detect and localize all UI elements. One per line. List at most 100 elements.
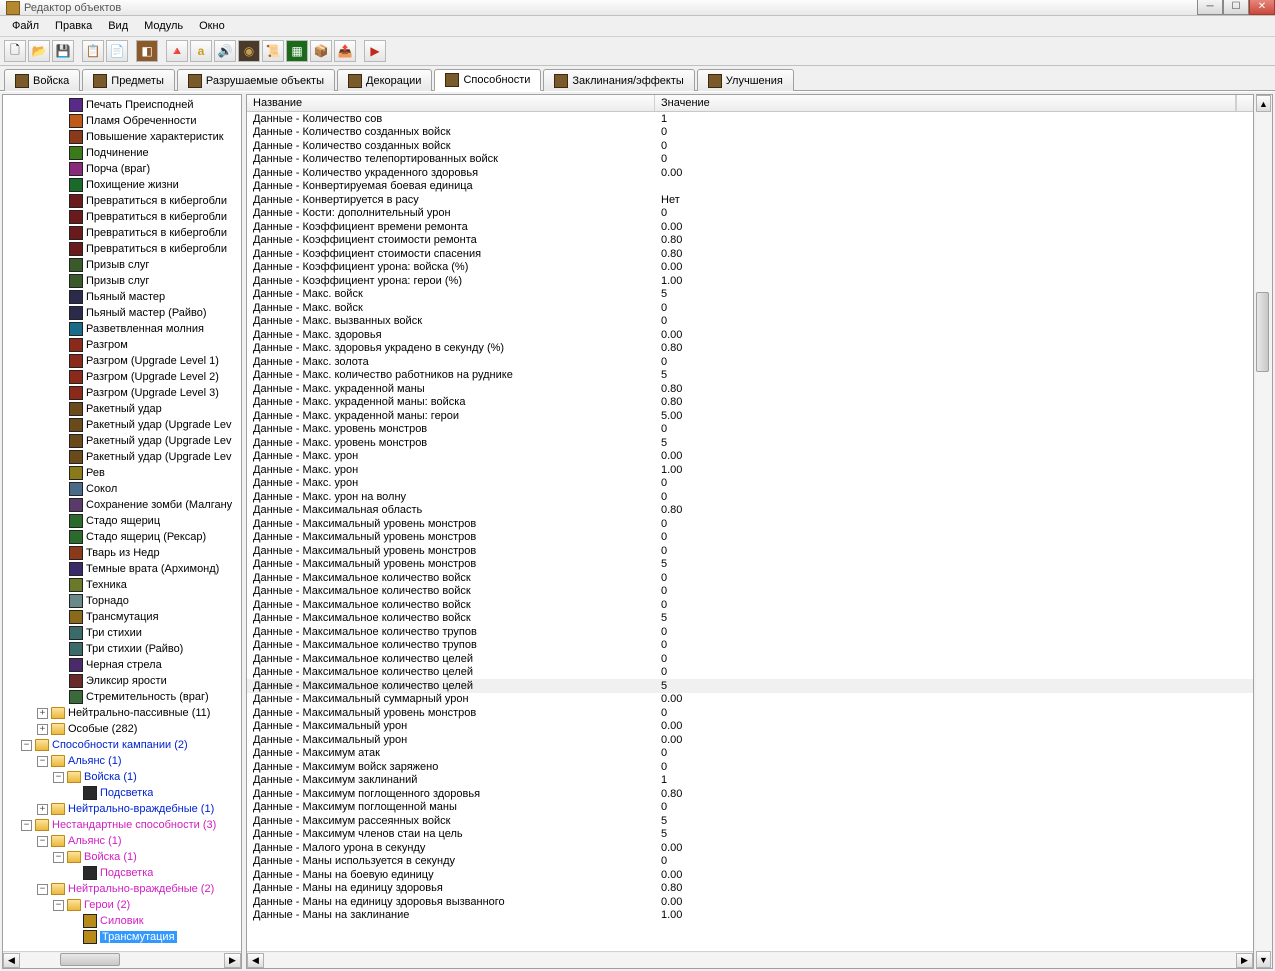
scroll-left-icon[interactable]: ◀ [247, 953, 264, 968]
tab-5[interactable]: Заклинания/эффекты [543, 69, 694, 91]
expand-icon[interactable]: − [37, 756, 48, 767]
table-row[interactable]: Данные - Маны на заклинание1.00 [247, 909, 1253, 923]
table-row[interactable]: Данные - Макс. украденной маны0.80 [247, 382, 1253, 396]
scroll-down-icon[interactable]: ▼ [1256, 951, 1271, 968]
scroll-right-icon[interactable]: ▶ [1236, 953, 1253, 968]
tree-node[interactable]: Подсветка [3, 865, 241, 881]
table-row[interactable]: Данные - Коэффициент стоимости ремонта0.… [247, 234, 1253, 248]
table-row[interactable]: Данные - Макс. здоровья украдено в секун… [247, 342, 1253, 356]
table-row[interactable]: Данные - Макс. урон0 [247, 477, 1253, 491]
tree-item[interactable]: Три стихии (Райво) [3, 641, 241, 657]
tab-2[interactable]: Разрушаемые объекты [177, 69, 335, 91]
tree-item[interactable]: Разветвленная молния [3, 321, 241, 337]
expand-icon[interactable]: + [37, 804, 48, 815]
table-row[interactable]: Данные - Коэффициент времени ремонта0.00 [247, 220, 1253, 234]
toolbar-tile-icon[interactable]: ◧ [136, 40, 158, 62]
table-row[interactable]: Данные - Коэффициент урона: герои (%)1.0… [247, 274, 1253, 288]
table-row[interactable]: Данные - Маны на единицу здоровья вызван… [247, 895, 1253, 909]
tree-body[interactable]: Печать ПреисподнейПламя ОбреченностиПовы… [3, 95, 241, 951]
tree-item[interactable]: Стремительность (враг) [3, 689, 241, 705]
tree-item[interactable]: Печать Преисподней [3, 97, 241, 113]
table-row[interactable]: Данные - Коэффициент стоимости спасения0… [247, 247, 1253, 261]
table-row[interactable]: Данные - Макс. вызванных войск0 [247, 315, 1253, 329]
table-row[interactable]: Данные - Максимальный уровень монстров0 [247, 531, 1253, 545]
expand-icon[interactable]: − [53, 900, 64, 911]
table-row[interactable]: Данные - Маны на единицу здоровья0.80 [247, 882, 1253, 896]
table-row[interactable]: Данные - Максимум рассеянных войск5 [247, 814, 1253, 828]
tree-item[interactable]: Три стихии [3, 625, 241, 641]
table-row[interactable]: Данные - Максимальный уровень монстров5 [247, 558, 1253, 572]
tree-item[interactable]: Разгром [3, 337, 241, 353]
tree-item[interactable]: Стадо ящериц (Рексар) [3, 529, 241, 545]
table-row[interactable]: Данные - Максимальное количество целей5 [247, 679, 1253, 693]
tree-item[interactable]: Ракетный удар (Upgrade Lev [3, 449, 241, 465]
vscroll-thumb[interactable] [1256, 292, 1269, 372]
toolbar-sound-icon[interactable]: 🔊 [214, 40, 236, 62]
table-row[interactable]: Данные - Количество созданных войск0 [247, 126, 1253, 140]
tree-node[interactable]: Силовик [3, 913, 241, 929]
table-row[interactable]: Данные - Макс. войск0 [247, 301, 1253, 315]
maximize-button[interactable]: ☐ [1223, 0, 1249, 15]
table-row[interactable]: Данные - Макс. количество работников на … [247, 369, 1253, 383]
expand-icon[interactable] [69, 788, 80, 799]
table-row[interactable]: Данные - Максимальное количество войск0 [247, 585, 1253, 599]
toolbar-campaign-icon[interactable]: 📜 [262, 40, 284, 62]
table-row[interactable]: Данные - Макс. украденной маны: герои5.0… [247, 409, 1253, 423]
table-row[interactable]: Данные - Максимальный уровень монстров0 [247, 517, 1253, 531]
tree-node[interactable]: +Нейтрально-пассивные (11) [3, 705, 241, 721]
toolbar-import-icon[interactable]: 📦 [310, 40, 332, 62]
table-row[interactable]: Данные - Максимальное количество целей0 [247, 652, 1253, 666]
expand-icon[interactable] [69, 932, 80, 943]
table-row[interactable]: Данные - Максимальный уровень монстров0 [247, 706, 1253, 720]
expand-icon[interactable] [69, 868, 80, 879]
scroll-up-icon[interactable]: ▲ [1256, 95, 1271, 112]
tree-item[interactable]: Похищение жизни [3, 177, 241, 193]
tree-item[interactable]: Превратиться в кибергобли [3, 209, 241, 225]
table-row[interactable]: Данные - Макс. войск5 [247, 288, 1253, 302]
table-row[interactable]: Данные - Маны на боевую единицу0.00 [247, 868, 1253, 882]
tree-item[interactable]: Разгром (Upgrade Level 2) [3, 369, 241, 385]
tree-item[interactable]: Призыв слуг [3, 273, 241, 289]
menu-view[interactable]: Вид [100, 18, 136, 34]
tree-item[interactable]: Разгром (Upgrade Level 3) [3, 385, 241, 401]
scroll-right-icon[interactable]: ▶ [224, 953, 241, 968]
tab-4[interactable]: Способности [434, 69, 541, 91]
menu-window[interactable]: Окно [191, 18, 233, 34]
toolbar-ai-icon[interactable]: ▦ [286, 40, 308, 62]
table-row[interactable]: Данные - Максимум членов стаи на цель5 [247, 828, 1253, 842]
tree-item[interactable]: Подчинение [3, 145, 241, 161]
scroll-left-icon[interactable]: ◀ [3, 953, 20, 968]
tree-node[interactable]: −Нестандартные способности (3) [3, 817, 241, 833]
table-hscroll[interactable]: ◀ ▶ [247, 951, 1253, 968]
table-row[interactable]: Данные - Малого урона в секунду0.00 [247, 841, 1253, 855]
table-row[interactable]: Данные - Максимальная область0.80 [247, 504, 1253, 518]
menu-file[interactable]: Файл [4, 18, 47, 34]
table-row[interactable]: Данные - Макс. здоровья0.00 [247, 328, 1253, 342]
expand-icon[interactable]: − [21, 820, 32, 831]
tree-item[interactable]: Ракетный удар (Upgrade Lev [3, 417, 241, 433]
expand-icon[interactable]: − [37, 884, 48, 895]
tree-item[interactable]: Превратиться в кибергобли [3, 225, 241, 241]
table-row[interactable]: Данные - Максимум поглощенной маны0 [247, 801, 1253, 815]
menu-module[interactable]: Модуль [136, 18, 191, 34]
expand-icon[interactable] [69, 916, 80, 927]
toolbar-save-icon[interactable]: 💾 [52, 40, 74, 62]
tree-item[interactable]: Ракетный удар (Upgrade Lev [3, 433, 241, 449]
expand-icon[interactable]: − [37, 836, 48, 847]
tab-1[interactable]: Предметы [82, 69, 175, 91]
table-row[interactable]: Данные - Кости: дополнительный урон0 [247, 207, 1253, 221]
tree-node[interactable]: +Нейтрально-враждебные (1) [3, 801, 241, 817]
table-row[interactable]: Данные - Макс. уровень монстров5 [247, 436, 1253, 450]
tree-item[interactable]: Пьяный мастер (Райво) [3, 305, 241, 321]
table-row[interactable]: Данные - Коэффициент урона: войска (%)0.… [247, 261, 1253, 275]
table-row[interactable]: Данные - Макс. золота0 [247, 355, 1253, 369]
close-button[interactable]: ✕ [1249, 0, 1275, 15]
tree-item[interactable]: Пьяный мастер [3, 289, 241, 305]
tree-node[interactable]: −Войска (1) [3, 849, 241, 865]
tree-item[interactable]: Сохранение зомби (Малгану [3, 497, 241, 513]
table-row[interactable]: Данные - Максимум атак0 [247, 747, 1253, 761]
expand-icon[interactable]: − [53, 772, 64, 783]
tab-0[interactable]: Войска [4, 69, 80, 91]
tab-6[interactable]: Улучшения [697, 69, 794, 91]
table-row[interactable]: Данные - Количество телепортированных во… [247, 153, 1253, 167]
